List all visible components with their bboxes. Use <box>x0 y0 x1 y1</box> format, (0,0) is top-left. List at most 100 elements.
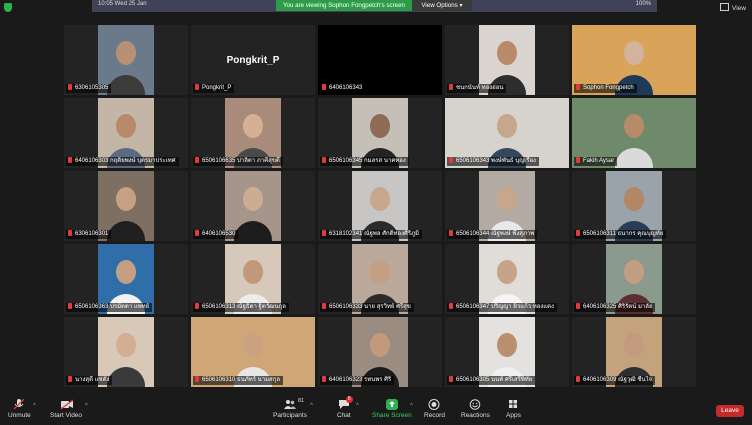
participant-tile[interactable]: 6506106313 ณัฐธิดา ฐิตวัฒนกุล <box>191 244 315 314</box>
participant-name: 6506106344 ณัฐพงษ์ พึ่งสุภาพ <box>456 231 535 237</box>
participant-tile[interactable]: นางสุดี แซ่ตั้ง <box>64 317 188 387</box>
participant-tile[interactable]: 6306106301 <box>64 171 188 241</box>
reactions-smile-icon <box>469 399 481 410</box>
participant-tile[interactable]: Sophon Fongpetch <box>572 25 696 95</box>
share-screen-button[interactable]: Share Screen <box>372 399 412 419</box>
leave-button[interactable]: Leave <box>716 405 744 417</box>
muted-mic-icon <box>322 84 326 90</box>
muted-mic-icon <box>195 84 199 90</box>
reactions-button[interactable]: Reactions <box>461 399 490 419</box>
apps-button[interactable]: Apps <box>506 399 521 419</box>
muted-mic-icon <box>576 84 580 90</box>
participant-tile[interactable]: 6506106343 พงษ์พันธ์ บุญเรือง <box>445 98 569 168</box>
participant-name-label: 6506106313 ณัฐธิดา ฐิตวัฒนกุล <box>193 303 289 312</box>
participants-count: 81 <box>297 398 305 404</box>
muted-mic-icon <box>322 376 326 382</box>
participant-face <box>624 333 644 357</box>
participant-tile[interactable]: 6506106345 กมลรส นาคทอง <box>318 98 442 168</box>
record-label: Record <box>424 412 445 419</box>
participant-name: นางสุดี แซ่ตั้ง <box>75 377 110 383</box>
participant-name-label: 6506106344 ณัฐพงษ์ พึ่งสุภาพ <box>447 230 538 239</box>
participants-button[interactable]: 81 Participants <box>273 398 307 419</box>
chat-unread-badge: 6 <box>345 396 353 403</box>
participant-face <box>624 114 644 138</box>
participant-tile[interactable]: 6506106311 ธนากร คุณบุญทัย <box>572 171 696 241</box>
muted-mic-icon <box>322 303 326 309</box>
participant-name-label: 6318102341 ณัฐพล ศักดิ์ทองศิริภูมิ <box>320 230 422 239</box>
participant-face <box>370 333 390 357</box>
participant-face <box>243 333 263 357</box>
participant-name-label: นางสุดี แซ่ตั้ง <box>66 376 113 385</box>
video-options-caret-icon[interactable]: ^ <box>85 403 88 409</box>
participant-name: 6406106323 รทนพร ศิริ <box>329 377 392 383</box>
audio-options-caret-icon[interactable]: ^ <box>33 403 36 409</box>
security-shield-icon[interactable] <box>4 3 12 12</box>
participant-tile[interactable]: 6318102341 ณัฐพล ศักดิ์ทองศิริภูมิ <box>318 171 442 241</box>
participant-tile[interactable]: 6506106635 ปาลิตา ภาคีสุขดี <box>191 98 315 168</box>
record-button[interactable]: Record <box>424 399 445 419</box>
muted-mic-icon <box>576 157 580 163</box>
participant-face <box>243 260 263 284</box>
participant-face <box>116 114 136 138</box>
participant-face <box>497 114 517 138</box>
participant-face <box>370 260 390 284</box>
muted-mic-icon <box>449 230 453 236</box>
meeting-toolbar: Unmute ^ Start Video ^ 81 Participants ^… <box>0 396 752 425</box>
participant-tile[interactable]: Fakih Aysar <box>572 98 696 168</box>
participant-name: 6506106310 ธนภัทร์ นามสกุล <box>202 377 280 383</box>
battery-status: 100% <box>635 1 651 7</box>
participant-face <box>370 114 390 138</box>
participant-tile[interactable]: 6506106305 นนท์ ศรีเสรีพิทัย <box>445 317 569 387</box>
participant-tile[interactable]: 6406106343 <box>318 25 442 95</box>
system-clock: 10:05 Wed 25 Jan <box>98 1 147 7</box>
unmute-button[interactable]: Unmute <box>8 398 31 419</box>
participant-name: 6506106311 ธนากร คุณบุญทัย <box>583 231 664 237</box>
participant-tile[interactable]: 6406106303 กฤติยพงษ์ บุตรมาประเทศ <box>64 98 188 168</box>
muted-mic-icon <box>68 376 72 382</box>
participant-tile[interactable]: 6406106325 ศิริรัตน์ มาลัย <box>572 244 696 314</box>
participant-tile[interactable]: 6306105305 <box>64 25 188 95</box>
participant-name-label: 6406106325 ศิริรัตน์ มาลัย <box>574 303 656 312</box>
participant-tile[interactable]: Pongkrit_P Pongkrit_P <box>191 25 315 95</box>
muted-mic-icon <box>68 230 72 236</box>
reactions-label: Reactions <box>461 412 490 419</box>
participant-name-label: 6306106301 <box>66 230 112 239</box>
muted-mic-icon <box>68 157 72 163</box>
share-caret-icon[interactable]: ^ <box>410 403 413 409</box>
participant-name-label: 6506106333 นาย สุรวิทย์ ศรีสุข <box>320 303 414 312</box>
participants-icon: 81 <box>283 398 304 410</box>
participant-name: 6506106363 ปรมัตตา แพทย์ <box>75 304 150 310</box>
participant-tile[interactable]: 6506106347 ปริญญา ผิวแก้ว ทองแดง <box>445 244 569 314</box>
participant-name-label: 6506106311 ธนากร คุณบุญทัย <box>574 230 667 239</box>
participant-tile[interactable]: 6506106363 ปรมัตตา แพทย์ <box>64 244 188 314</box>
start-video-button[interactable]: Start Video <box>50 399 82 419</box>
participant-face <box>497 187 517 211</box>
participant-tile[interactable]: 6506106333 นาย สุรวิทย์ ศรีสุข <box>318 244 442 314</box>
chat-button[interactable]: 6 Chat <box>337 396 353 419</box>
muted-mic-icon <box>449 376 453 382</box>
participant-name-label: 6506106363 ปรมัตตา แพทย์ <box>66 303 153 312</box>
participant-name: Fakih Aysar <box>583 158 615 164</box>
participant-name-label: 6406106323 รทนพร ศิริ <box>320 376 395 385</box>
participant-face <box>497 41 517 65</box>
participant-tile[interactable]: 6406106323 รทนพร ศิริ <box>318 317 442 387</box>
participant-face <box>370 187 390 211</box>
muted-mic-icon <box>322 230 326 236</box>
participant-tile[interactable]: ชนกนันท์ ทองอ่อน <box>445 25 569 95</box>
view-options-label: View Options <box>421 2 458 9</box>
participant-name-label: Pongkrit_P <box>193 84 235 93</box>
view-options-button[interactable]: View Options ▾ <box>412 0 472 11</box>
participant-face <box>116 41 136 65</box>
participant-tile[interactable]: 6506106344 ณัฐพงษ์ พึ่งสุภาพ <box>445 171 569 241</box>
participant-name: 6506106305 นนท์ ศรีเสรีพิทัย <box>456 377 533 383</box>
participants-caret-icon[interactable]: ^ <box>310 403 313 409</box>
view-button[interactable]: View <box>720 3 746 12</box>
participant-tile[interactable]: 6406106309 ณัฐวุฒิ ชื่นใจ <box>572 317 696 387</box>
participant-name-label: 6406106309 ณัฐวุฒิ ชื่นใจ <box>574 376 655 385</box>
participant-tile[interactable]: 6406106530 <box>191 171 315 241</box>
participant-tile[interactable]: 6506106310 ธนภัทร์ นามสกุล <box>191 317 315 387</box>
chat-caret-icon[interactable]: ^ <box>356 403 359 409</box>
view-label: View <box>732 5 746 12</box>
participant-name-label: 6506106635 ปาลิตา ภาคีสุขดี <box>193 157 283 166</box>
apps-icon <box>507 399 519 410</box>
